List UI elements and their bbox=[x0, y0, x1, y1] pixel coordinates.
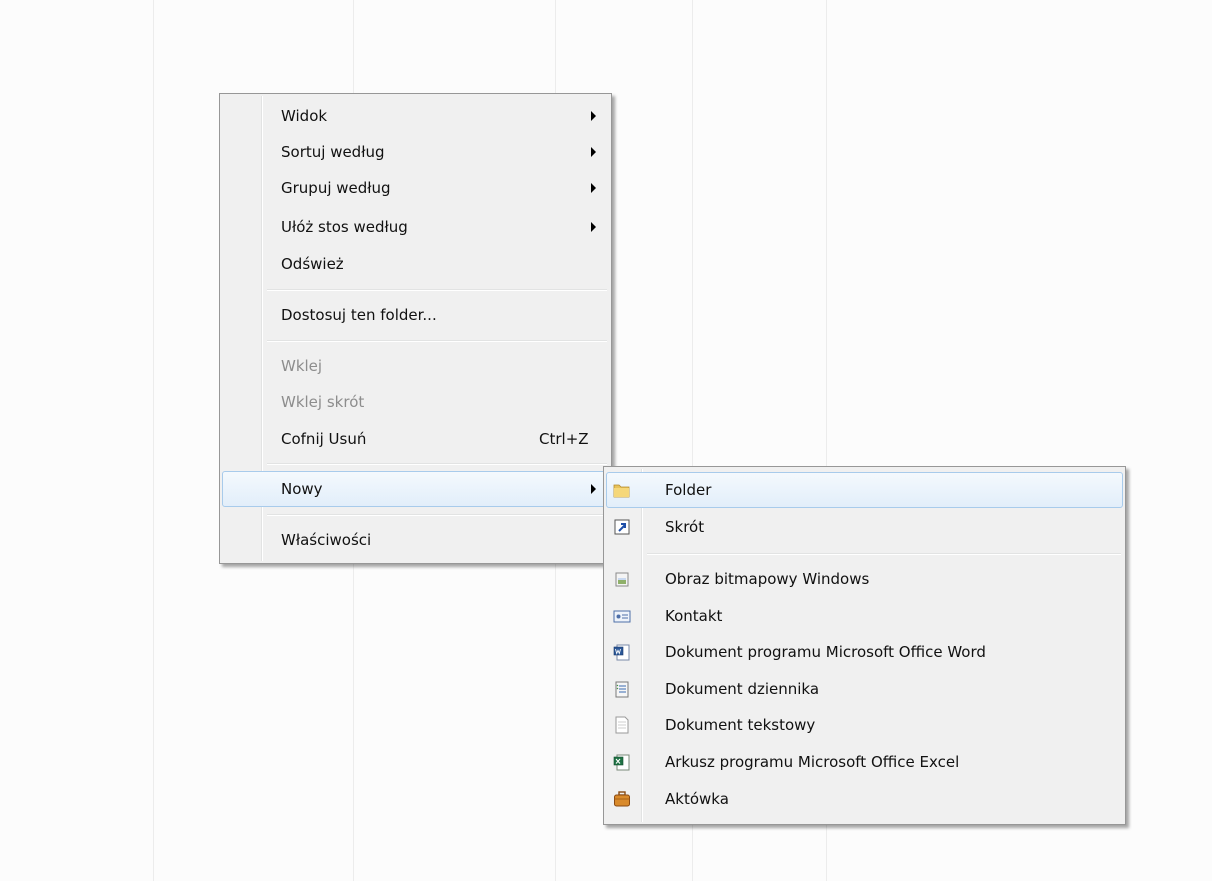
menu-item-label: Ułóż stos według bbox=[281, 218, 408, 236]
submenu-item-bitmap[interactable]: Obraz bitmapowy Windows bbox=[606, 561, 1123, 597]
menu-item-label: Wklej bbox=[281, 357, 323, 375]
menu-item-label: Właściwości bbox=[281, 531, 372, 549]
excel-sheet-icon bbox=[613, 754, 630, 771]
menu-separator bbox=[647, 553, 1121, 555]
menu-item-group-by[interactable]: Grupuj według bbox=[222, 170, 609, 206]
submenu-arrow-icon bbox=[591, 183, 596, 193]
shortcut-icon bbox=[614, 519, 630, 535]
journal-document-icon bbox=[615, 681, 629, 698]
menu-item-new[interactable]: Nowy bbox=[222, 471, 609, 507]
menu-item-label: Odśwież bbox=[281, 255, 344, 273]
new-submenu: Folder Skrót Obraz bitmapowy Windows Kon… bbox=[603, 466, 1126, 825]
folder-icon bbox=[613, 484, 630, 498]
menu-item-label: Dokument tekstowy bbox=[665, 716, 816, 734]
menu-item-label: Nowy bbox=[281, 480, 323, 498]
menu-separator bbox=[267, 340, 607, 342]
submenu-item-text-document[interactable]: Dokument tekstowy bbox=[606, 707, 1123, 743]
menu-item-label: Skrót bbox=[665, 518, 705, 536]
bitmap-icon bbox=[615, 572, 629, 587]
submenu-item-contact[interactable]: Kontakt bbox=[606, 598, 1123, 634]
menu-item-label: Wklej skrót bbox=[281, 393, 365, 411]
menu-item-label: Arkusz programu Microsoft Office Excel bbox=[665, 753, 960, 771]
context-menu: Widok Sortuj według Grupuj według Ułóż s… bbox=[219, 93, 612, 564]
menu-item-stack-by[interactable]: Ułóż stos według bbox=[222, 209, 609, 245]
menu-item-label: Obraz bitmapowy Windows bbox=[665, 570, 870, 588]
menu-item-label: Cofnij Usuń bbox=[281, 430, 367, 448]
column-divider bbox=[153, 0, 154, 881]
submenu-arrow-icon bbox=[591, 484, 596, 494]
submenu-item-word-document[interactable]: Dokument programu Microsoft Office Word bbox=[606, 634, 1123, 670]
submenu-item-folder[interactable]: Folder bbox=[606, 472, 1123, 508]
menu-item-label: Kontakt bbox=[665, 607, 723, 625]
menu-item-view[interactable]: Widok bbox=[222, 98, 609, 134]
submenu-arrow-icon bbox=[591, 222, 596, 232]
submenu-item-journal-document[interactable]: Dokument dziennika bbox=[606, 671, 1123, 707]
menu-item-label: Widok bbox=[281, 107, 328, 125]
menu-separator bbox=[267, 289, 607, 291]
menu-item-refresh[interactable]: Odśwież bbox=[222, 246, 609, 282]
submenu-arrow-icon bbox=[591, 111, 596, 121]
menu-item-label: Dokument programu Microsoft Office Word bbox=[665, 643, 986, 661]
submenu-item-excel-sheet[interactable]: Arkusz programu Microsoft Office Excel bbox=[606, 744, 1123, 780]
menu-item-paste-shortcut[interactable]: Wklej skrót bbox=[222, 384, 609, 420]
menu-item-undo-delete[interactable]: Cofnij Usuń Ctrl+Z bbox=[222, 421, 609, 457]
menu-separator bbox=[267, 514, 607, 516]
menu-item-paste[interactable]: Wklej bbox=[222, 348, 609, 384]
menu-item-sort-by[interactable]: Sortuj według bbox=[222, 134, 609, 170]
menu-item-label: Folder bbox=[665, 481, 712, 499]
submenu-arrow-icon bbox=[591, 147, 596, 157]
menu-item-properties[interactable]: Właściwości bbox=[222, 522, 609, 558]
menu-item-shortcut: Ctrl+Z bbox=[539, 430, 589, 448]
submenu-item-briefcase[interactable]: Aktówka bbox=[606, 781, 1123, 817]
menu-item-label: Grupuj według bbox=[281, 179, 391, 197]
word-document-icon bbox=[613, 644, 630, 661]
contact-icon bbox=[613, 610, 631, 623]
menu-item-customize-folder[interactable]: Dostosuj ten folder... bbox=[222, 297, 609, 333]
submenu-item-shortcut[interactable]: Skrót bbox=[606, 509, 1123, 545]
menu-item-label: Dostosuj ten folder... bbox=[281, 306, 437, 324]
menu-item-label: Dokument dziennika bbox=[665, 680, 820, 698]
text-document-icon bbox=[615, 716, 629, 734]
briefcase-icon bbox=[614, 791, 630, 807]
menu-item-label: Sortuj według bbox=[281, 143, 385, 161]
menu-item-label: Aktówka bbox=[665, 790, 729, 808]
menu-separator bbox=[267, 463, 607, 465]
